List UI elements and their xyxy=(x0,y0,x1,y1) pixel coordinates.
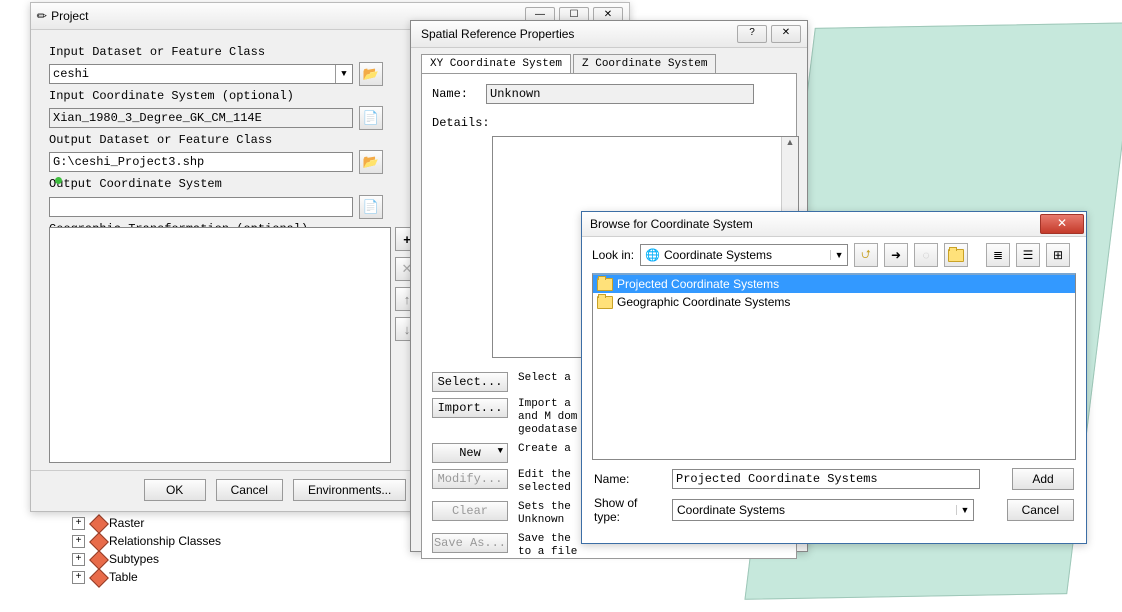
titlebar[interactable]: Spatial Reference Properties ? ✕ xyxy=(411,21,807,48)
catalog-tree: +Raster +Relationship Classes +Subtypes … xyxy=(72,514,221,586)
details-label: Details: xyxy=(432,116,786,130)
name-field: Unknown xyxy=(486,84,754,104)
browse-button[interactable]: 📂 xyxy=(359,62,383,86)
item-label: Projected Coordinate Systems xyxy=(617,277,779,291)
tree-expand[interactable]: + xyxy=(72,517,85,530)
chevron-down-icon[interactable]: ▼ xyxy=(335,65,352,83)
name-label: Name: xyxy=(594,472,664,486)
transformations-list[interactable] xyxy=(49,227,391,463)
input-dataset-value: ceshi xyxy=(53,67,89,81)
import-button[interactable]: Import... xyxy=(432,398,508,418)
select-button[interactable]: Select... xyxy=(432,372,508,392)
select-desc: Select a xyxy=(518,372,571,385)
input-cs-field: Xian_1980_3_Degree_GK_CM_114E xyxy=(49,108,353,128)
output-cs-field[interactable] xyxy=(49,197,353,217)
list-item-geographic[interactable]: Geographic Coordinate Systems xyxy=(593,293,1075,311)
lookin-label: Look in: xyxy=(592,248,634,262)
tree-expand[interactable]: + xyxy=(72,535,85,548)
tree-label[interactable]: Table xyxy=(109,568,138,586)
tree-label[interactable]: Relationship Classes xyxy=(109,532,221,550)
item-label: Geographic Coordinate Systems xyxy=(617,295,790,309)
new-desc: Create a xyxy=(518,443,571,456)
modify-button[interactable]: Modify... xyxy=(432,469,508,489)
file-list[interactable]: Projected Coordinate Systems Geographic … xyxy=(592,273,1076,460)
tab-z[interactable]: Z Coordinate System xyxy=(573,54,716,73)
cancel-button[interactable]: Cancel xyxy=(216,479,283,501)
tree-expand[interactable]: + xyxy=(72,571,85,584)
list-item-projected[interactable]: Projected Coordinate Systems xyxy=(593,275,1075,293)
toolset-icon xyxy=(91,534,105,548)
disconnect-button[interactable]: ◌ xyxy=(914,243,938,267)
help-button[interactable]: ? xyxy=(737,25,767,43)
browse-button[interactable]: 📂 xyxy=(359,150,383,174)
tree-expand[interactable]: + xyxy=(72,553,85,566)
saveas-desc: Save the to a file xyxy=(518,533,577,559)
folder-icon xyxy=(597,296,613,309)
folder-icon xyxy=(597,278,613,291)
up-folder-button[interactable]: ⮍ xyxy=(854,243,878,267)
new-label: New xyxy=(459,446,481,460)
properties-button[interactable]: 📄 xyxy=(359,195,383,219)
chevron-down-icon: ▼ xyxy=(498,446,503,456)
window-title: Browse for Coordinate System xyxy=(590,217,753,231)
close-button[interactable]: ✕ xyxy=(1040,214,1084,234)
tree-label[interactable]: Raster xyxy=(109,514,144,532)
import-desc: Import a and M dom geodatase xyxy=(518,398,577,437)
chevron-down-icon[interactable]: ▼ xyxy=(830,250,847,260)
environments-button[interactable]: Environments... xyxy=(293,479,406,501)
type-label: Show of type: xyxy=(594,496,664,524)
properties-button[interactable]: 📄 xyxy=(359,106,383,130)
clear-desc: Sets the Unknown xyxy=(518,501,571,527)
ok-button[interactable]: OK xyxy=(144,479,206,501)
clear-button[interactable]: Clear xyxy=(432,501,508,521)
name-field[interactable]: Projected Coordinate Systems xyxy=(672,469,980,489)
new-folder-button[interactable] xyxy=(944,243,968,267)
toolset-icon xyxy=(91,570,105,584)
type-value: Coordinate Systems xyxy=(673,503,956,517)
window-title: Spatial Reference Properties xyxy=(417,27,737,41)
tree-label[interactable]: Subtypes xyxy=(109,550,159,568)
toolset-icon xyxy=(91,516,105,530)
titlebar[interactable]: Browse for Coordinate System ✕ xyxy=(582,212,1086,237)
new-button[interactable]: New ▼ xyxy=(432,443,508,463)
close-button[interactable]: ✕ xyxy=(771,25,801,43)
tab-xy[interactable]: XY Coordinate System xyxy=(421,54,571,73)
lookin-value: Coordinate Systems xyxy=(664,248,830,262)
input-dataset-combo[interactable]: ceshi ▼ xyxy=(49,64,353,84)
modify-desc: Edit the selected xyxy=(518,469,571,495)
toolset-icon xyxy=(91,552,105,566)
type-dropdown[interactable]: Coordinate Systems ▼ xyxy=(672,499,974,521)
icons-view-button[interactable]: ⊞ xyxy=(1046,243,1070,267)
required-indicator xyxy=(55,177,62,184)
output-dataset-field[interactable]: G:\ceshi_Project3.shp xyxy=(49,152,353,172)
chevron-down-icon[interactable]: ▼ xyxy=(956,505,973,515)
saveas-button[interactable]: Save As... xyxy=(432,533,508,553)
add-button[interactable]: Add xyxy=(1012,468,1074,490)
name-label: Name: xyxy=(432,87,468,101)
lookin-dropdown[interactable]: 🌐 Coordinate Systems ▼ xyxy=(640,244,848,266)
details-view-button[interactable]: ☰ xyxy=(1016,243,1040,267)
connect-button[interactable]: ➜ xyxy=(884,243,908,267)
cancel-button[interactable]: Cancel xyxy=(1007,499,1074,521)
list-view-button[interactable]: ≣ xyxy=(986,243,1010,267)
browse-dialog: Browse for Coordinate System ✕ Look in: … xyxy=(581,211,1087,544)
